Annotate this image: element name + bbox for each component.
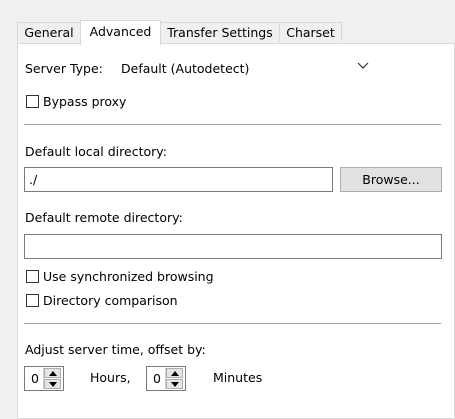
dir-comparison-checkbox[interactable] — [26, 294, 39, 307]
arrow-down-icon — [49, 382, 57, 387]
minutes-label: Minutes — [213, 370, 263, 385]
arrow-down-icon — [171, 382, 179, 387]
bypass-proxy-checkbox[interactable] — [26, 95, 39, 108]
tab-general[interactable]: General — [17, 22, 81, 42]
remote-dir-label: Default remote directory: — [25, 210, 183, 225]
dir-comparison-label: Directory comparison — [43, 293, 178, 308]
server-type-dropdown[interactable]: Default (Autodetect) — [112, 57, 380, 79]
hours-stepper[interactable]: 0 — [24, 366, 64, 391]
separator — [24, 124, 441, 125]
hours-label: Hours, — [90, 370, 131, 385]
local-dir-label: Default local directory: — [25, 144, 167, 159]
browse-button[interactable]: Browse... — [340, 167, 442, 192]
tab-transfer-settings[interactable]: Transfer Settings — [160, 22, 280, 42]
server-type-value: Default (Autodetect) — [121, 61, 250, 76]
minutes-stepper[interactable]: 0 — [146, 366, 186, 391]
bypass-proxy-label: Bypass proxy — [43, 94, 127, 109]
hours-spin-buttons — [43, 368, 62, 389]
minutes-value: 0 — [153, 371, 161, 386]
tab-advanced[interactable]: Advanced — [80, 20, 161, 45]
local-dir-value: ./ — [29, 172, 38, 187]
arrow-up-icon — [171, 371, 179, 376]
remote-dir-input[interactable] — [24, 234, 442, 259]
arrow-up-icon — [49, 371, 57, 376]
tab-charset[interactable]: Charset — [279, 22, 342, 42]
minutes-up-button[interactable] — [166, 368, 183, 378]
local-dir-input[interactable]: ./ — [24, 167, 333, 192]
minutes-down-button[interactable] — [166, 379, 183, 389]
sync-browsing-label: Use synchronized browsing — [43, 269, 214, 284]
minutes-spin-buttons — [165, 368, 184, 389]
separator — [24, 323, 441, 324]
time-offset-label: Adjust server time, offset by: — [25, 342, 206, 357]
hours-up-button[interactable] — [44, 368, 61, 378]
hours-down-button[interactable] — [44, 379, 61, 389]
server-type-label: Server Type: — [25, 61, 103, 76]
hours-value: 0 — [31, 371, 39, 386]
chevron-down-icon — [357, 62, 369, 69]
sync-browsing-checkbox[interactable] — [26, 270, 39, 283]
